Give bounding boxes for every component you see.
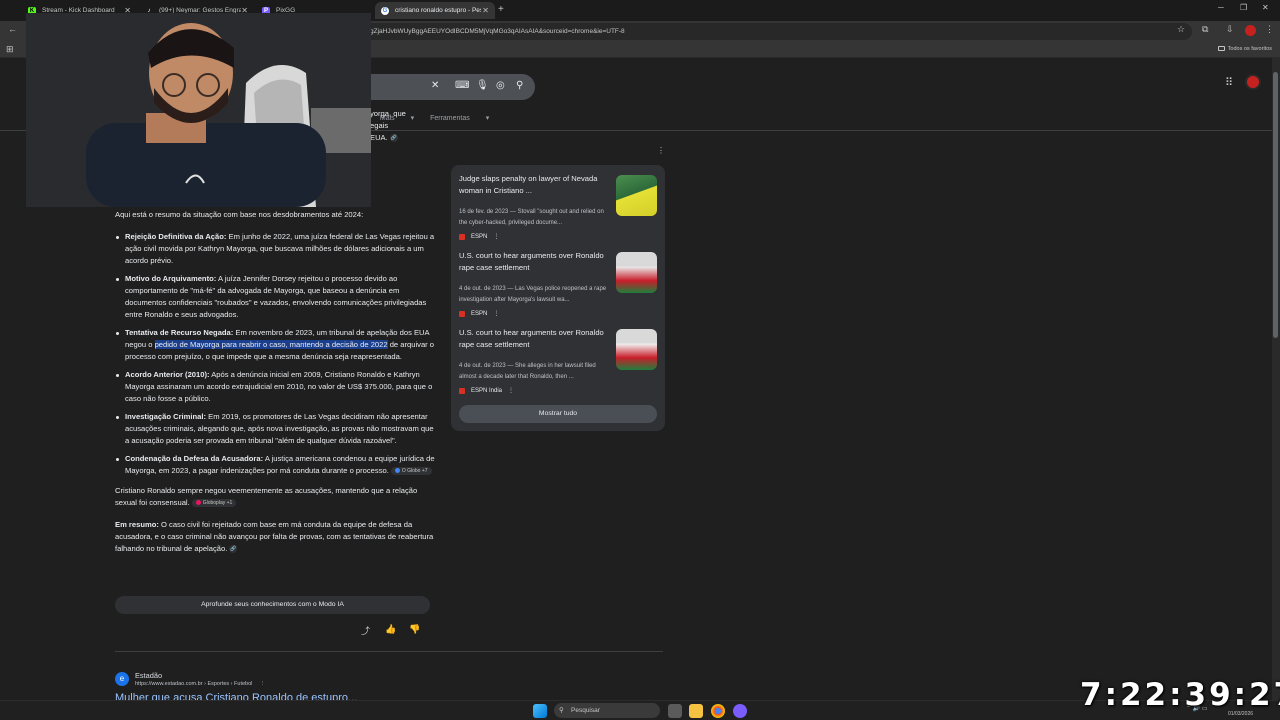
ai-intro: Aqui está o resumo da situação com base … — [115, 210, 364, 219]
divider — [115, 651, 663, 652]
selected-text: pedido de Mayorga para reabrir o caso, m… — [154, 340, 388, 349]
estadao-icon: e — [115, 672, 129, 686]
lens-icon[interactable]: ◎ — [496, 80, 505, 91]
tab-title: cristiano ronaldo estupro - Pesq — [395, 7, 481, 14]
source-chip[interactable]: Globoplay +1 — [191, 499, 237, 507]
more-icon[interactable]: ⋮ — [493, 310, 499, 317]
tab-tools[interactable]: Ferramentas ▾ — [430, 115, 489, 122]
file-explorer-icon[interactable] — [689, 704, 703, 718]
espn-icon — [459, 233, 465, 240]
show-all-button[interactable]: Mostrar tudo — [459, 405, 657, 423]
thumbnail-image — [616, 175, 657, 216]
task-view-icon[interactable] — [668, 704, 682, 718]
close-window-icon[interactable]: ✕ — [1262, 3, 1269, 12]
search-icon[interactable]: ⚲ — [516, 80, 523, 91]
discord-icon[interactable] — [733, 704, 747, 718]
more-options-icon[interactable]: ⋮ — [657, 146, 665, 155]
back-icon[interactable]: ← — [8, 24, 17, 34]
search-icon: ⚲ — [559, 707, 564, 714]
downloads-icon[interactable]: ⇩ — [1226, 24, 1234, 35]
more-icon[interactable]: ⋮ — [508, 387, 514, 394]
list-item: Investigação Criminal: Em 2019, os promo… — [115, 411, 435, 447]
clear-icon[interactable]: ✕ — [431, 80, 439, 91]
list-item: Rejeição Definitiva da Ação: Em junho de… — [115, 231, 435, 267]
webcam-image — [26, 13, 371, 207]
mic-icon[interactable]: 🎙 — [476, 80, 489, 91]
link-icon[interactable]: 🔗 — [389, 134, 398, 142]
extensions-icon[interactable]: ⧉ — [1202, 24, 1208, 35]
more-icon[interactable]: ⋮ — [493, 233, 499, 240]
list-item: Motivo do Arquivamento: A juíza Jennifer… — [115, 273, 435, 321]
webcam-overlay — [26, 13, 371, 207]
maximize-icon[interactable]: ❐ — [1240, 3, 1247, 12]
sources-panel: Judge slaps penalty on lawyer of Nevada … — [451, 165, 665, 431]
windows-start-icon[interactable] — [533, 704, 547, 718]
thumbnail-image — [616, 329, 657, 370]
ai-bullets: Rejeição Definitiva da Ação: Em junho de… — [115, 231, 435, 477]
list-item: Acordo Anterior (2010): Após a denúncia … — [115, 369, 435, 405]
apps-icon[interactable]: ⊞ — [6, 44, 14, 55]
new-tab-icon[interactable]: + — [498, 4, 504, 15]
list-item: Condenação da Defesa da Acusadora: A jus… — [115, 453, 435, 477]
thumbs-down-icon[interactable]: 👎 — [409, 624, 420, 635]
more-icon[interactable]: ⋮ — [260, 681, 266, 687]
google-icon: G — [381, 6, 389, 15]
folder-icon — [1217, 46, 1225, 52]
thumbs-up-icon[interactable]: 👍 — [385, 624, 396, 635]
ai-summary: Em resumo: O caso civil foi rejeitado co… — [115, 520, 434, 553]
espn-icon — [459, 310, 465, 317]
link-icon[interactable]: 🔗 — [229, 545, 238, 553]
menu-icon[interactable]: ⋮ — [1265, 24, 1274, 35]
result-url: https://www.estadao.com.br › Esportes › … — [135, 681, 266, 687]
ai-overview: Aqui está o resumo da situação com base … — [115, 209, 435, 565]
chrome-icon[interactable] — [711, 704, 725, 718]
ai-overview-partial-text: yorga, que egais EUA. 🔗 — [370, 109, 406, 142]
share-icon[interactable]: ⤴ — [361, 624, 370, 637]
ai-mode-button[interactable]: Aprofunde seus conhecimentos com o Modo … — [115, 596, 430, 614]
thumbnail-image — [616, 252, 657, 293]
source-chip[interactable]: O Globo +7 — [390, 467, 432, 475]
ai-paragraph: Cristiano Ronaldo sempre negou veementem… — [115, 486, 418, 507]
minimize-icon[interactable]: ─ — [1218, 3, 1224, 12]
espn-icon — [459, 387, 465, 394]
google-apps-icon[interactable]: ⠿ — [1225, 76, 1233, 89]
list-item: Tentativa de Recurso Negada: Em novembro… — [115, 327, 435, 363]
tab-google-search[interactable]: G cristiano ronaldo estupro - Pesq ✕ — [375, 2, 495, 19]
stream-timer: 7:22:39:27 — [1080, 677, 1280, 713]
star-icon[interactable]: ☆ — [1177, 24, 1185, 35]
profile-avatar[interactable] — [1245, 25, 1256, 36]
taskbar-search[interactable]: ⚲ Pesquisar — [554, 703, 660, 718]
scrollbar-thumb[interactable] — [1273, 72, 1278, 338]
result-title[interactable]: Mulher que acusa Cristiano Ronaldo de es… — [115, 692, 357, 700]
url-text: gZjaHJvbWUyBggAEEUYOdIBCDM5MjVqMGo3qAIAs… — [370, 28, 625, 35]
close-icon[interactable]: ✕ — [482, 6, 489, 15]
profile-avatar[interactable] — [1245, 74, 1261, 90]
keyboard-icon[interactable]: ⌨ — [455, 80, 469, 91]
all-bookmarks[interactable]: Todos os favoritos — [1217, 46, 1272, 52]
